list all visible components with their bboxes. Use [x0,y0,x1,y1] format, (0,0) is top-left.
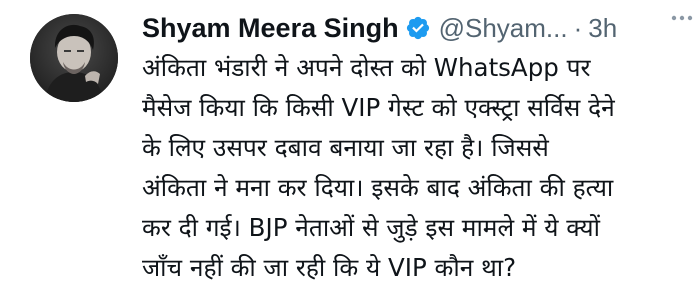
tweet-text-line: अंकिता भंडारी ने अपने दोस्त को WhatsApp … [142,53,591,82]
tweet-text-line: के लिए उसपर दबाव बनाया जा रहा है। जिससे [142,133,549,162]
separator-dot: · [573,12,583,43]
tweet-text-line: जाँच नहीं की जा रही कि ये VIP कौन था? [142,253,517,282]
tweet-card[interactable]: Shyam Meera Singh @Shyam... · 3h अंकिता … [0,0,700,299]
tweet-text-line: मैसेज किया कि किसी VIP गेस्ट को एक्स्ट्र… [142,93,615,122]
tweet-text-line: अंकिता ने मना कर दिया। इसके बाद अंकिता क… [142,173,614,202]
tweet-text: अंकिता भंडारी ने अपने दोस्त को WhatsApp … [142,48,690,288]
ellipsis-icon [671,15,693,21]
tweet-header: Shyam Meera Singh @Shyam... · 3h [142,10,687,46]
author-handle[interactable]: @Shyam... [439,13,568,44]
tweet-text-line: कर दी गई। BJP नेताओं से जुड़े इस मामले म… [142,213,600,242]
tweet-timestamp[interactable]: 3h [588,13,617,44]
verified-badge-icon [405,15,431,41]
avatar-photo [30,14,118,102]
more-options-button[interactable] [664,6,700,30]
avatar[interactable] [30,14,118,102]
author-name[interactable]: Shyam Meera Singh [142,13,399,44]
